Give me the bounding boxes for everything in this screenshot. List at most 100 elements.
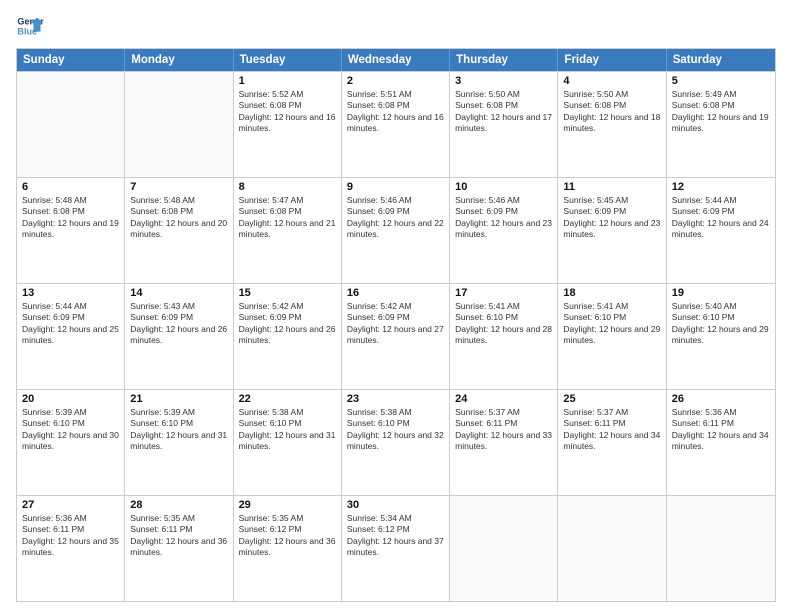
- cell-info: Sunrise: 5:40 AM Sunset: 6:10 PM Dayligh…: [672, 301, 770, 347]
- calendar-row-2: 13Sunrise: 5:44 AM Sunset: 6:09 PM Dayli…: [17, 283, 775, 389]
- header-cell-friday: Friday: [558, 49, 666, 71]
- cell-info: Sunrise: 5:37 AM Sunset: 6:11 PM Dayligh…: [563, 407, 660, 453]
- cal-cell: 5 Sunrise: 5:49 AM Sunset: 6:08 PM Daylig…: [667, 72, 775, 177]
- day-number: 26: [672, 393, 770, 405]
- cal-cell: 23 Sunrise: 5:38 AM Sunset: 6:10 PM Dayli…: [342, 390, 450, 495]
- day-number: 19: [672, 287, 770, 299]
- cal-cell: [125, 72, 233, 177]
- cell-info: Sunrise: 5:36 AM Sunset: 6:11 PM Dayligh…: [22, 513, 119, 559]
- header-cell-thursday: Thursday: [450, 49, 558, 71]
- cell-info: Sunrise: 5:41 AM Sunset: 6:10 PM Dayligh…: [455, 301, 552, 347]
- cell-info: Sunrise: 5:38 AM Sunset: 6:10 PM Dayligh…: [239, 407, 336, 453]
- cal-cell: 13Sunrise: 5:44 AM Sunset: 6:09 PM Dayli…: [17, 284, 125, 389]
- day-number: 5: [672, 75, 770, 87]
- day-number: 23: [347, 393, 444, 405]
- cell-info: Sunrise: 5:50 AM Sunset: 6:08 PM Dayligh…: [455, 89, 552, 135]
- cal-cell: 21 Sunrise: 5:39 AM Sunset: 6:10 PM Dayli…: [125, 390, 233, 495]
- day-number: 14: [130, 287, 227, 299]
- day-number: 24: [455, 393, 552, 405]
- calendar-row-1: 6Sunrise: 5:48 AM Sunset: 6:08 PM Daylig…: [17, 177, 775, 283]
- day-number: 20: [22, 393, 119, 405]
- cal-cell: 16Sunrise: 5:42 AM Sunset: 6:09 PM Dayli…: [342, 284, 450, 389]
- cal-cell: 17 Sunrise: 5:41 AM Sunset: 6:10 PM Dayli…: [450, 284, 558, 389]
- day-number: 4: [563, 75, 660, 87]
- header-cell-saturday: Saturday: [667, 49, 775, 71]
- cal-cell: 4 Sunrise: 5:50 AM Sunset: 6:08 PM Daylig…: [558, 72, 666, 177]
- day-number: 25: [563, 393, 660, 405]
- cell-info: Sunrise: 5:47 AM Sunset: 6:08 PM Dayligh…: [239, 195, 336, 241]
- header-cell-monday: Monday: [125, 49, 233, 71]
- cell-info: Sunrise: 5:36 AM Sunset: 6:11 PM Dayligh…: [672, 407, 770, 453]
- cell-info: Sunrise: 5:51 AM Sunset: 6:08 PM Dayligh…: [347, 89, 444, 135]
- cal-cell: 20 Sunrise: 5:39 AM Sunset: 6:10 PM Dayli…: [17, 390, 125, 495]
- cell-info: Sunrise: 5:46 AM Sunset: 6:09 PM Dayligh…: [347, 195, 444, 241]
- cell-info: Sunrise: 5:41 AM Sunset: 6:10 PM Dayligh…: [563, 301, 660, 347]
- cal-cell: 25 Sunrise: 5:37 AM Sunset: 6:11 PM Dayli…: [558, 390, 666, 495]
- day-number: 28: [130, 499, 227, 511]
- cal-cell: 28 Sunrise: 5:35 AM Sunset: 6:11 PM Dayli…: [125, 496, 233, 601]
- cal-cell: 3 Sunrise: 5:50 AM Sunset: 6:08 PM Daylig…: [450, 72, 558, 177]
- calendar-row-3: 20 Sunrise: 5:39 AM Sunset: 6:10 PM Dayli…: [17, 389, 775, 495]
- logo: General Blue: [16, 12, 44, 40]
- cal-cell: 27 Sunrise: 5:36 AM Sunset: 6:11 PM Dayli…: [17, 496, 125, 601]
- cell-info: Sunrise: 5:50 AM Sunset: 6:08 PM Dayligh…: [563, 89, 660, 135]
- calendar-header-row: SundayMondayTuesdayWednesdayThursdayFrid…: [17, 49, 775, 71]
- calendar-row-4: 27 Sunrise: 5:36 AM Sunset: 6:11 PM Dayli…: [17, 495, 775, 601]
- cell-info: Sunrise: 5:34 AM Sunset: 6:12 PM Dayligh…: [347, 513, 444, 559]
- cell-info: Sunrise: 5:39 AM Sunset: 6:10 PM Dayligh…: [22, 407, 119, 453]
- cell-info: Sunrise: 5:43 AM Sunset: 6:09 PM Dayligh…: [130, 301, 227, 347]
- day-number: 18: [563, 287, 660, 299]
- cal-cell: 2 Sunrise: 5:51 AM Sunset: 6:08 PM Daylig…: [342, 72, 450, 177]
- cal-cell: 6Sunrise: 5:48 AM Sunset: 6:08 PM Daylig…: [17, 178, 125, 283]
- cell-info: Sunrise: 5:45 AM Sunset: 6:09 PM Dayligh…: [563, 195, 660, 241]
- day-number: 15: [239, 287, 336, 299]
- day-number: 22: [239, 393, 336, 405]
- cal-cell: 18 Sunrise: 5:41 AM Sunset: 6:10 PM Dayli…: [558, 284, 666, 389]
- cal-cell: 24Sunrise: 5:37 AM Sunset: 6:11 PM Dayli…: [450, 390, 558, 495]
- cal-cell: 11Sunrise: 5:45 AM Sunset: 6:09 PM Dayli…: [558, 178, 666, 283]
- cell-info: Sunrise: 5:38 AM Sunset: 6:10 PM Dayligh…: [347, 407, 444, 453]
- cal-cell: [667, 496, 775, 601]
- cal-cell: [558, 496, 666, 601]
- cal-cell: 10 Sunrise: 5:46 AM Sunset: 6:09 PM Dayli…: [450, 178, 558, 283]
- cal-cell: 19 Sunrise: 5:40 AM Sunset: 6:10 PM Dayli…: [667, 284, 775, 389]
- cell-info: Sunrise: 5:52 AM Sunset: 6:08 PM Dayligh…: [239, 89, 336, 135]
- calendar-body: 1Sunrise: 5:52 AM Sunset: 6:08 PM Daylig…: [17, 71, 775, 601]
- day-number: 2: [347, 75, 444, 87]
- cal-cell: 15 Sunrise: 5:42 AM Sunset: 6:09 PM Dayli…: [234, 284, 342, 389]
- cell-info: Sunrise: 5:42 AM Sunset: 6:09 PM Dayligh…: [239, 301, 336, 347]
- calendar: SundayMondayTuesdayWednesdayThursdayFrid…: [16, 48, 776, 602]
- day-number: 3: [455, 75, 552, 87]
- calendar-row-0: 1Sunrise: 5:52 AM Sunset: 6:08 PM Daylig…: [17, 71, 775, 177]
- cell-info: Sunrise: 5:44 AM Sunset: 6:09 PM Dayligh…: [672, 195, 770, 241]
- cell-info: Sunrise: 5:48 AM Sunset: 6:08 PM Dayligh…: [22, 195, 119, 241]
- cal-cell: 22 Sunrise: 5:38 AM Sunset: 6:10 PM Dayli…: [234, 390, 342, 495]
- day-number: 10: [455, 181, 552, 193]
- day-number: 12: [672, 181, 770, 193]
- cal-cell: 7 Sunrise: 5:48 AM Sunset: 6:08 PM Daylig…: [125, 178, 233, 283]
- header-cell-sunday: Sunday: [17, 49, 125, 71]
- cal-cell: 30Sunrise: 5:34 AM Sunset: 6:12 PM Dayli…: [342, 496, 450, 601]
- cell-info: Sunrise: 5:49 AM Sunset: 6:08 PM Dayligh…: [672, 89, 770, 135]
- header-cell-wednesday: Wednesday: [342, 49, 450, 71]
- day-number: 9: [347, 181, 444, 193]
- cal-cell: [450, 496, 558, 601]
- day-number: 29: [239, 499, 336, 511]
- cal-cell: 26 Sunrise: 5:36 AM Sunset: 6:11 PM Dayli…: [667, 390, 775, 495]
- cell-info: Sunrise: 5:46 AM Sunset: 6:09 PM Dayligh…: [455, 195, 552, 241]
- day-number: 27: [22, 499, 119, 511]
- cell-info: Sunrise: 5:39 AM Sunset: 6:10 PM Dayligh…: [130, 407, 227, 453]
- cell-info: Sunrise: 5:44 AM Sunset: 6:09 PM Dayligh…: [22, 301, 119, 347]
- day-number: 21: [130, 393, 227, 405]
- cal-cell: 8 Sunrise: 5:47 AM Sunset: 6:08 PM Daylig…: [234, 178, 342, 283]
- cal-cell: 9 Sunrise: 5:46 AM Sunset: 6:09 PM Daylig…: [342, 178, 450, 283]
- day-number: 17: [455, 287, 552, 299]
- cell-info: Sunrise: 5:48 AM Sunset: 6:08 PM Dayligh…: [130, 195, 227, 241]
- cal-cell: 12 Sunrise: 5:44 AM Sunset: 6:09 PM Dayli…: [667, 178, 775, 283]
- day-number: 8: [239, 181, 336, 193]
- cal-cell: [17, 72, 125, 177]
- cal-cell: 14 Sunrise: 5:43 AM Sunset: 6:09 PM Dayli…: [125, 284, 233, 389]
- cell-info: Sunrise: 5:35 AM Sunset: 6:11 PM Dayligh…: [130, 513, 227, 559]
- day-number: 7: [130, 181, 227, 193]
- day-number: 16: [347, 287, 444, 299]
